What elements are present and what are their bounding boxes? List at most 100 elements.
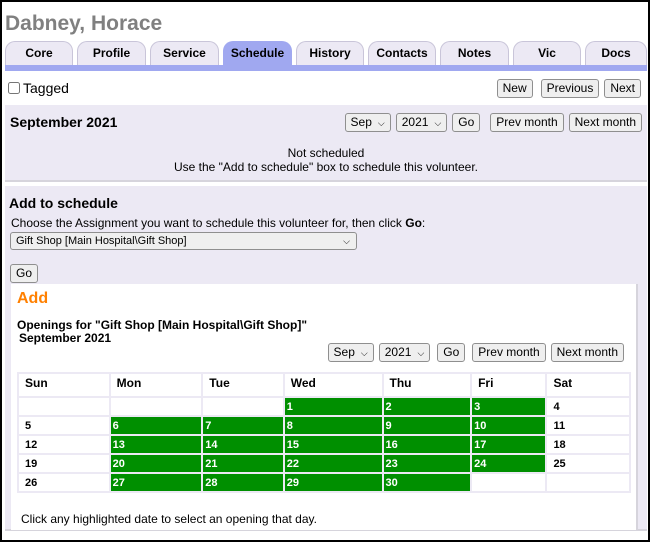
- calendar-day-empty: [19, 398, 109, 415]
- calendar-day-open[interactable]: 27: [110, 474, 202, 491]
- year-select-value: 2021: [401, 115, 429, 129]
- assignment-select[interactable]: Gift Shop [Main Hospital\Gift Shop] ⌵: [10, 232, 357, 250]
- openings-month: September 2021: [19, 331, 112, 345]
- openings-year-value: 2021: [384, 345, 412, 359]
- openings-month-select[interactable]: Sep ⌵: [327, 343, 374, 362]
- add-to-schedule-panel: Add to schedule Choose the Assignment yo…: [5, 186, 647, 531]
- calendar-week-row: 1234: [19, 398, 629, 415]
- weekday-header-sun: Sun: [19, 374, 109, 396]
- prev-month-button[interactable]: Prev month: [490, 113, 564, 132]
- assignment-go-button[interactable]: Go: [10, 264, 39, 283]
- calendar-day-open[interactable]: 21: [203, 455, 283, 472]
- calendar-day-open[interactable]: 13: [110, 436, 202, 453]
- calendar-hint: Click any highlighted date to select an …: [21, 512, 317, 526]
- calendar-week-row: 19 20 21 22 23 24 25: [19, 455, 629, 472]
- calendar-day: 18: [547, 436, 629, 453]
- calendar-day-open[interactable]: 16: [383, 436, 471, 453]
- record-nav: New Previous Next: [496, 79, 641, 98]
- openings-month-controls: Sep ⌵ 2021 ⌵ Go Prev month Next month: [327, 343, 624, 362]
- instruction-text: Choose the Assignment you want to schedu…: [11, 216, 406, 230]
- openings-month-value: Sep: [333, 345, 355, 359]
- chevron-down-icon: ⌵: [434, 118, 442, 128]
- openings-calendar: Sun Mon Tue Wed Thu Fri Sat 1 2 3 4 5 6 7 8 9 10 11 12 13 1…: [17, 372, 631, 493]
- calendar-day-open[interactable]: 14: [203, 436, 283, 453]
- tab-profile[interactable]: Profile: [77, 41, 146, 65]
- add-to-schedule-title: Add to schedule: [9, 195, 118, 211]
- month-select-value: Sep: [350, 115, 372, 129]
- tab-history[interactable]: History: [296, 41, 364, 65]
- calendar-day-open[interactable]: 28: [203, 474, 283, 491]
- tab-service[interactable]: Service: [150, 41, 219, 65]
- calendar-day: 4: [547, 398, 629, 415]
- previous-button[interactable]: Previous: [540, 79, 600, 98]
- schedule-status: Not scheduled Use the "Add to schedule" …: [5, 146, 647, 174]
- add-heading: Add: [17, 290, 49, 307]
- next-button[interactable]: Next: [604, 79, 641, 98]
- month-select[interactable]: Sep ⌵: [344, 113, 391, 132]
- calendar-day-open[interactable]: 3: [472, 398, 546, 415]
- calendar-day-empty: [547, 474, 629, 491]
- calendar-weekday-row: Sun Mon Tue Wed Thu Fri Sat: [19, 374, 629, 396]
- calendar-day-open[interactable]: 9: [383, 417, 471, 434]
- calendar-day-empty: [203, 398, 283, 415]
- calendar-day-open[interactable]: 1: [284, 398, 382, 415]
- tab-core[interactable]: Core: [5, 41, 73, 65]
- tagged-checkbox[interactable]: [8, 82, 20, 94]
- weekday-header-tue: Tue: [203, 374, 283, 396]
- openings-go-button[interactable]: Go: [437, 343, 466, 362]
- calendar-day-open[interactable]: 8: [284, 417, 382, 434]
- schedule-month-title: September 2021: [10, 114, 118, 130]
- calendar-day-open[interactable]: 10: [472, 417, 546, 434]
- calendar-day-open[interactable]: 29: [284, 474, 382, 491]
- openings-next-month-button[interactable]: Next month: [550, 343, 624, 362]
- go-button[interactable]: Go: [452, 113, 481, 132]
- calendar-day-open[interactable]: 17: [472, 436, 546, 453]
- tab-contacts[interactable]: Contacts: [368, 41, 436, 65]
- calendar-day: 11: [547, 417, 629, 434]
- calendar-week-row: 5 6 7 8 9 10 11: [19, 417, 629, 434]
- tab-vic[interactable]: Vic: [513, 41, 581, 65]
- calendar-day-open[interactable]: 7: [203, 417, 283, 434]
- schedule-hint-text: Use the "Add to schedule" box to schedul…: [173, 160, 479, 174]
- tagged-label: Tagged: [23, 80, 69, 96]
- calendar-day-open[interactable]: 22: [284, 455, 382, 472]
- weekday-header-fri: Fri: [472, 374, 546, 396]
- tab-bar: Core Profile Service Schedule History Co…: [5, 41, 647, 65]
- calendar-day-open[interactable]: 23: [383, 455, 471, 472]
- schedule-month-panel: September 2021 Sep ⌵ 2021 ⌵ Go Prev month …: [5, 105, 647, 182]
- chevron-down-icon: ⌵: [417, 348, 425, 358]
- chevron-down-icon: ⌵: [377, 118, 385, 128]
- year-select[interactable]: 2021 ⌵: [395, 113, 448, 132]
- calendar-day-empty: [110, 398, 202, 415]
- tab-docs[interactable]: Docs: [585, 41, 647, 65]
- openings-year-select[interactable]: 2021 ⌵: [378, 343, 431, 362]
- tab-schedule[interactable]: Schedule: [223, 41, 292, 65]
- new-button[interactable]: New: [496, 79, 533, 98]
- calendar-day-open[interactable]: 2: [383, 398, 471, 415]
- calendar-week-row: 26 27 28 29 30: [19, 474, 629, 491]
- calendar-day-open[interactable]: 6: [110, 417, 202, 434]
- tab-underline: [5, 65, 647, 71]
- calendar-day-open[interactable]: 30: [383, 474, 471, 491]
- calendar-day-open[interactable]: 24: [472, 455, 546, 472]
- openings-header: Openings for "Gift Shop [Main Hospital\G…: [17, 319, 307, 345]
- weekday-header-wed: Wed: [284, 374, 382, 396]
- calendar-day: 26: [19, 474, 109, 491]
- instruction-suffix: :: [421, 216, 426, 230]
- calendar-day: 25: [547, 455, 629, 472]
- tab-notes[interactable]: Notes: [440, 41, 509, 65]
- calendar-body: 1 2 3 4 5 6 7 8 9 10 11 12 13 14 15 16 17 18 19 20 21 22 23 24 2…: [19, 398, 629, 491]
- calendar-day-open[interactable]: 15: [284, 436, 382, 453]
- assignment-select-value: Gift Shop [Main Hospital\Gift Shop]: [16, 235, 187, 247]
- calendar-week-row: 12 13 14 15 16 17 18: [19, 436, 629, 453]
- next-month-button[interactable]: Next month: [568, 113, 642, 132]
- instruction-go-text: Go: [405, 216, 422, 230]
- calendar-day: 19: [19, 455, 109, 472]
- openings-prev-month-button[interactable]: Prev month: [472, 343, 546, 362]
- volunteer-name-title: Dabney, Horace: [5, 12, 163, 35]
- chevron-down-icon: ⌵: [343, 236, 350, 246]
- tagged-checkbox-label[interactable]: Tagged: [7, 80, 69, 96]
- chevron-down-icon: ⌵: [360, 348, 368, 358]
- weekday-header-mon: Mon: [110, 374, 202, 396]
- calendar-day-open[interactable]: 20: [110, 455, 202, 472]
